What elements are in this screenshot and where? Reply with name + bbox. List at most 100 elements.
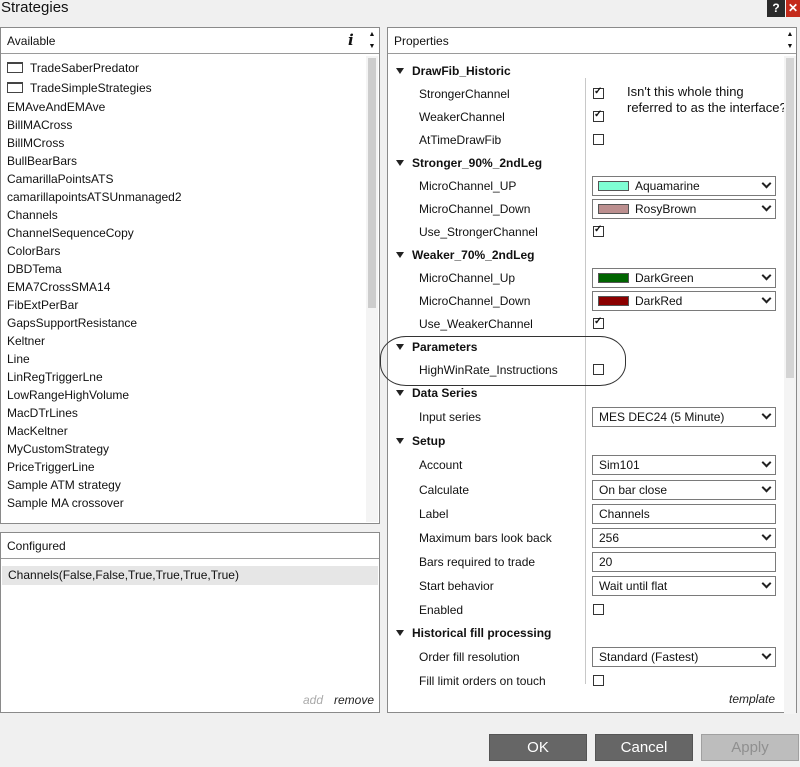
select-value: Aquamarine: [635, 179, 700, 193]
chevron-down-icon[interactable]: [761, 293, 772, 304]
strategy-list-item[interactable]: BillMCross: [1, 134, 365, 152]
strategy-list-item[interactable]: Keltner: [1, 332, 365, 350]
strategy-list-item[interactable]: Sample ATM strategy: [1, 476, 365, 494]
select-calculate[interactable]: On bar close: [592, 480, 776, 500]
template-link[interactable]: template: [729, 692, 775, 706]
label-input[interactable]: Channels: [592, 504, 776, 524]
scroll-down-icon[interactable]: ▼: [785, 41, 795, 52]
strategy-list-item[interactable]: ColorBars: [1, 242, 365, 260]
select-value: Wait until flat: [599, 579, 668, 593]
scrollbar-thumb[interactable]: [368, 58, 376, 308]
checkbox-use-weaker-channel[interactable]: [593, 316, 604, 329]
chevron-down-icon[interactable]: [761, 530, 772, 541]
folder-item[interactable]: TradeSimpleStrategies: [1, 78, 365, 98]
category-drawfib[interactable]: DrawFib_Historic: [396, 64, 511, 78]
bars-required-input[interactable]: 20: [592, 552, 776, 572]
folder-item[interactable]: TradeSaberPredator: [1, 58, 365, 78]
chevron-down-icon[interactable]: [761, 578, 772, 589]
available-header-scroll[interactable]: ▲ ▼: [366, 29, 378, 53]
apply-button[interactable]: Apply: [701, 734, 799, 761]
strategy-list-item[interactable]: GapsSupportResistance: [1, 314, 365, 332]
category-data-series[interactable]: Data Series: [396, 386, 477, 400]
label-calculate: Calculate: [419, 483, 470, 497]
remove-link[interactable]: remove: [334, 693, 374, 707]
properties-header-scroll[interactable]: ▲ ▼: [784, 29, 796, 53]
select-account[interactable]: Sim101: [592, 455, 776, 475]
available-scrollbar[interactable]: [366, 56, 378, 522]
category-weaker[interactable]: Weaker_70%_2ndLeg: [396, 248, 535, 262]
label-fill-limit: Fill limit orders on touch: [419, 674, 546, 688]
cancel-button[interactable]: Cancel: [595, 734, 693, 761]
select-order-fill[interactable]: Standard (Fastest): [592, 647, 776, 667]
strategy-list-item[interactable]: FibExtPerBar: [1, 296, 365, 314]
color-select-microchannel-up-stronger[interactable]: Aquamarine: [592, 176, 776, 196]
select-input-series[interactable]: MES DEC24 (5 Minute): [592, 407, 776, 427]
select-max-bars[interactable]: 256: [592, 528, 776, 548]
category-historical-fill[interactable]: Historical fill processing: [396, 626, 551, 640]
property-grid: DrawFib_Historic StrongerChannel WeakerC…: [380, 28, 787, 714]
configured-strategy-row[interactable]: Channels(False,False,True,True,True,True…: [2, 566, 378, 585]
strategy-list-item[interactable]: MacDTrLines: [1, 404, 365, 422]
strategy-list-item[interactable]: EMA7CrossSMA14: [1, 278, 365, 296]
chevron-down-icon[interactable]: [761, 270, 772, 281]
strategy-list-item[interactable]: BullBearBars: [1, 152, 365, 170]
strategy-list-item[interactable]: DBDTema: [1, 260, 365, 278]
category-stronger[interactable]: Stronger_90%_2ndLeg: [396, 156, 542, 170]
strategy-list-item[interactable]: ChannelSequenceCopy: [1, 224, 365, 242]
collapse-triangle-icon[interactable]: [396, 160, 404, 166]
strategy-list-item[interactable]: MyCustomStrategy: [1, 440, 365, 458]
collapse-triangle-icon[interactable]: [396, 438, 404, 444]
collapse-triangle-icon[interactable]: [396, 252, 404, 258]
category-setup[interactable]: Setup: [396, 434, 445, 448]
scroll-down-icon[interactable]: ▼: [367, 41, 377, 52]
select-value: DarkRed: [635, 294, 683, 308]
checkbox-enabled[interactable]: [593, 604, 604, 615]
scroll-up-icon[interactable]: ▲: [367, 29, 377, 40]
strategy-list-item[interactable]: Sample MA crossover: [1, 494, 365, 512]
select-start-behavior[interactable]: Wait until flat: [592, 576, 776, 596]
color-select-microchannel-down-weaker[interactable]: DarkRed: [592, 291, 776, 311]
add-link[interactable]: add: [303, 693, 323, 707]
chevron-down-icon[interactable]: [761, 409, 772, 420]
configured-header-label: Configured: [7, 539, 66, 553]
label-input-series: Input series: [419, 410, 482, 424]
checkbox-weaker-channel[interactable]: [593, 109, 604, 122]
chevron-down-icon[interactable]: [761, 457, 772, 468]
strategy-list-item[interactable]: BillMACross: [1, 116, 365, 134]
strategy-list-item[interactable]: EMAveAndEMAve: [1, 98, 365, 116]
collapse-triangle-icon[interactable]: [396, 390, 404, 396]
strategy-list-item[interactable]: Line: [1, 350, 365, 368]
collapse-triangle-icon[interactable]: [396, 68, 404, 74]
chevron-down-icon[interactable]: [761, 178, 772, 189]
scroll-up-icon[interactable]: ▲: [785, 29, 795, 40]
chevron-down-icon[interactable]: [761, 649, 772, 660]
strategy-list-item[interactable]: Channels: [1, 206, 365, 224]
checkbox-use-stronger-channel[interactable]: [593, 224, 604, 237]
scrollbar-thumb[interactable]: [786, 58, 794, 378]
properties-scrollbar[interactable]: [784, 56, 796, 714]
strategy-list-item[interactable]: LinRegTriggerLne: [1, 368, 365, 386]
color-swatch-icon: [598, 296, 629, 306]
label-microchannel-up-weaker: MicroChannel_Up: [419, 271, 516, 285]
info-icon[interactable]: i: [348, 31, 354, 49]
strategy-list-item[interactable]: camarillapointsATSUnmanaged2: [1, 188, 365, 206]
ok-button[interactable]: OK: [489, 734, 587, 761]
checkbox-stronger-channel[interactable]: [593, 86, 604, 99]
strategy-list-item[interactable]: CamarillaPointsATS: [1, 170, 365, 188]
strategy-list-item[interactable]: LowRangeHighVolume: [1, 386, 365, 404]
help-button[interactable]: ?: [767, 0, 785, 17]
checkbox-at-time-drawfib[interactable]: [593, 134, 604, 145]
available-header: Available i ▲ ▼: [1, 28, 379, 54]
select-value: DarkGreen: [635, 271, 694, 285]
strategy-list-item[interactable]: PriceTriggerLine: [1, 458, 365, 476]
color-select-microchannel-up-weaker[interactable]: DarkGreen: [592, 268, 776, 288]
collapse-triangle-icon[interactable]: [396, 630, 404, 636]
close-button[interactable]: ✕: [786, 0, 800, 17]
chevron-down-icon[interactable]: [761, 201, 772, 212]
select-value: MES DEC24 (5 Minute): [599, 410, 725, 424]
checkbox-fill-limit[interactable]: [593, 675, 604, 686]
color-select-microchannel-down-stronger[interactable]: RosyBrown: [592, 199, 776, 219]
input-value: Channels: [599, 507, 650, 521]
strategy-list-item[interactable]: MacKeltner: [1, 422, 365, 440]
chevron-down-icon[interactable]: [761, 482, 772, 493]
